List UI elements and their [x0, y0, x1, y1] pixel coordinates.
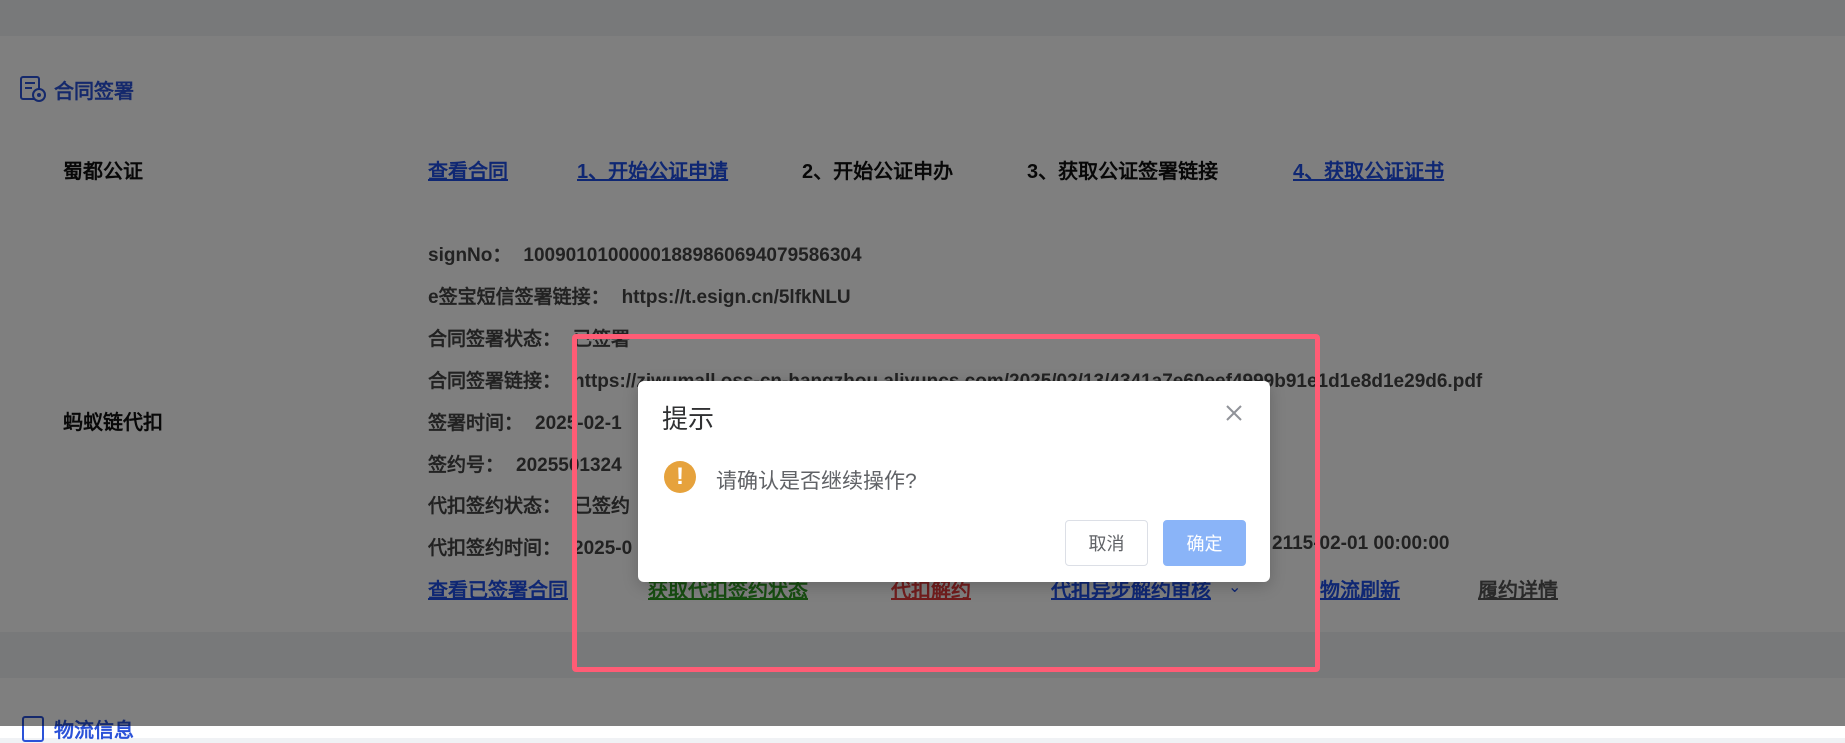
warning-icon: ! [664, 461, 696, 493]
cancel-button[interactable]: 取消 [1065, 520, 1148, 566]
close-icon[interactable] [1222, 401, 1246, 425]
dialog-title: 提示 [662, 404, 715, 434]
confirm-dialog: 提示 ! 请确认是否继续操作? 取消 确定 [638, 381, 1270, 582]
dialog-message: 请确认是否继续操作? [716, 470, 917, 493]
confirm-button[interactable]: 确定 [1163, 520, 1246, 566]
